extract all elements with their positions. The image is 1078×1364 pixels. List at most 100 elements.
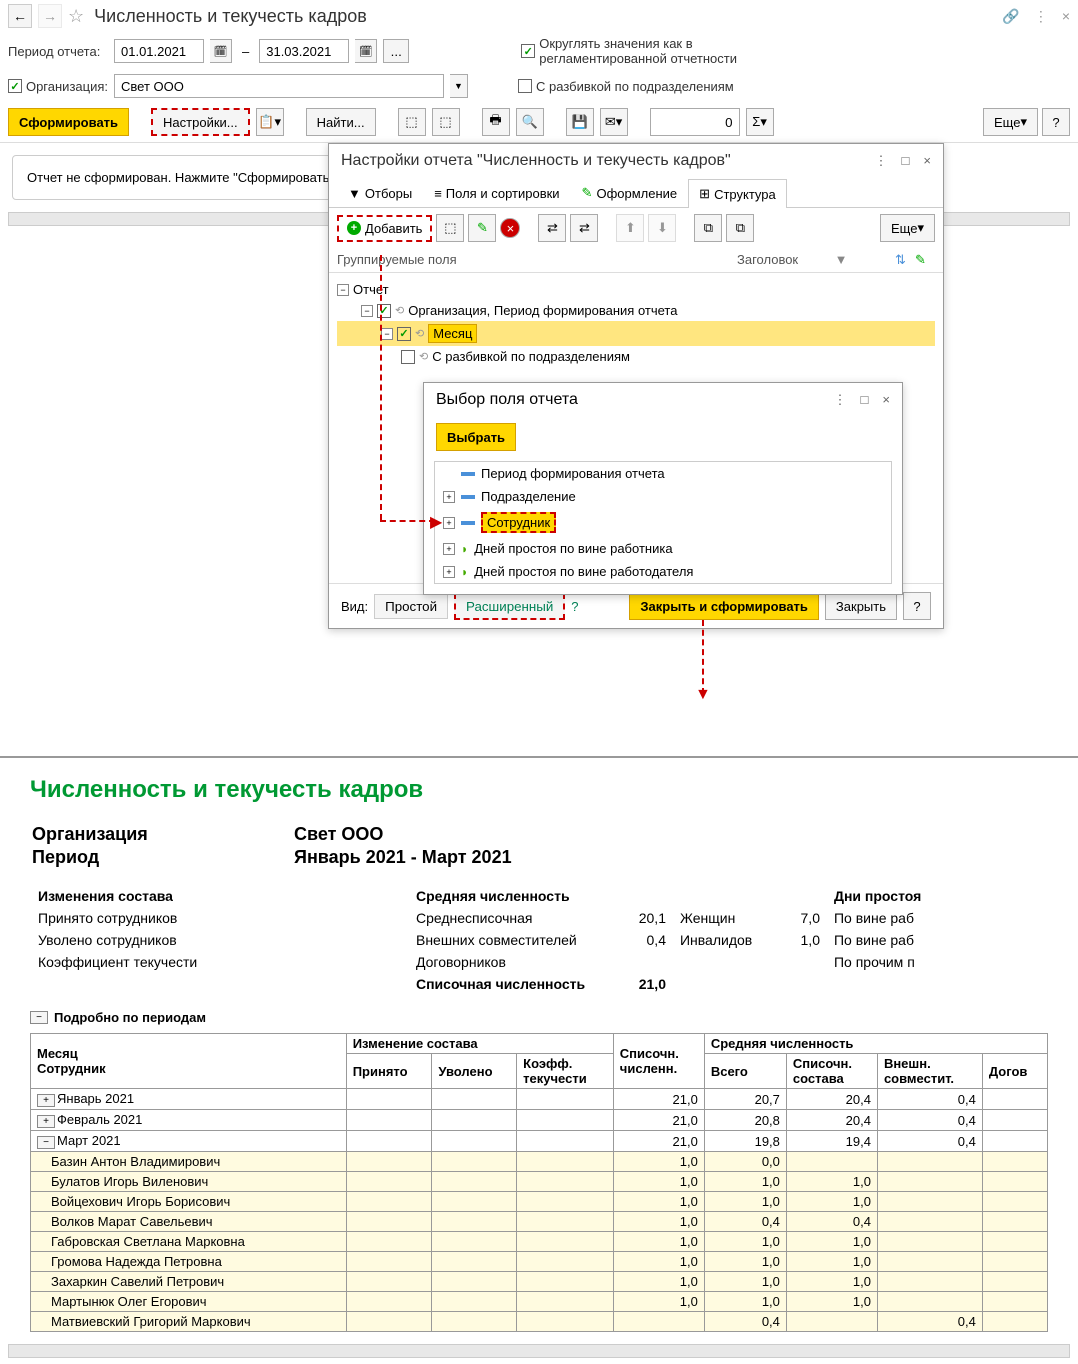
expand-icon[interactable]: ⬚ bbox=[398, 108, 426, 136]
preview-icon[interactable]: 🔍 bbox=[516, 108, 544, 136]
arrow-head-icon: ▼ bbox=[695, 686, 711, 704]
forward-button[interactable]: → bbox=[38, 4, 62, 28]
picker-item-period[interactable]: Период формирования отчета bbox=[435, 462, 891, 485]
table-row[interactable]: −Март 202121,019,819,40,4 bbox=[31, 1131, 1048, 1152]
help-link[interactable]: ? bbox=[571, 599, 578, 614]
tab-format[interactable]: ✎Оформление bbox=[571, 178, 689, 207]
view-simple-button[interactable]: Простой bbox=[374, 594, 448, 619]
close-button[interactable]: Закрыть bbox=[825, 592, 897, 620]
org-checkbox[interactable]: ✓ bbox=[8, 79, 22, 93]
picker-more-icon[interactable]: ⋮ bbox=[834, 392, 847, 408]
dropdown-arrow-icon[interactable]: ▼ bbox=[450, 74, 468, 98]
expand-icon[interactable]: + bbox=[37, 1115, 55, 1128]
picker-item-dept[interactable]: + Подразделение bbox=[435, 485, 891, 508]
toggle-icon[interactable]: − bbox=[361, 305, 373, 317]
tree-level3[interactable]: ⟲ С разбивкой по подразделениям bbox=[337, 346, 935, 367]
picker-item-employee[interactable]: + Сотрудник bbox=[435, 508, 891, 537]
down-icon[interactable]: ⬇ bbox=[648, 214, 676, 242]
table-row[interactable]: Войцехович Игорь Борисович1,01,01,0 bbox=[31, 1192, 1048, 1212]
back-button[interactable]: ← bbox=[8, 4, 32, 28]
tree-root[interactable]: − Отчет bbox=[337, 279, 935, 300]
row-fired: Уволено сотрудников bbox=[32, 930, 408, 950]
edit-icon[interactable]: ✎ bbox=[468, 214, 496, 242]
generate-button[interactable]: Сформировать bbox=[8, 108, 129, 136]
tree-checkbox-empty[interactable] bbox=[401, 350, 415, 364]
toggle-icon[interactable]: + bbox=[443, 543, 455, 555]
settings-maximize-icon[interactable]: □ bbox=[902, 153, 910, 169]
picker-select-button[interactable]: Выбрать bbox=[436, 423, 516, 451]
row-women: Женщин bbox=[674, 908, 774, 928]
find-button[interactable]: Найти... bbox=[306, 108, 376, 136]
paste2-icon[interactable]: ⧉ bbox=[726, 214, 754, 242]
collapse-icon[interactable]: ⬚ bbox=[432, 108, 460, 136]
toggle-icon[interactable]: − bbox=[381, 328, 393, 340]
date-from-input[interactable] bbox=[114, 39, 204, 63]
settings-more-icon[interactable]: ⋮ bbox=[875, 153, 888, 169]
filter-col-icon[interactable]: ▼ bbox=[827, 252, 855, 268]
settings-close-icon[interactable]: × bbox=[923, 153, 931, 169]
table-row[interactable]: Матвиевский Григорий Маркович0,40,4 bbox=[31, 1312, 1048, 1332]
settings-button[interactable]: Настройки... bbox=[151, 108, 250, 136]
delete-icon[interactable]: × bbox=[500, 218, 520, 238]
calendar-to-icon[interactable]: 🗓 bbox=[355, 39, 377, 63]
tab-filters[interactable]: ▼Отборы bbox=[337, 178, 423, 207]
org-dropdown[interactable]: Свет ООО bbox=[114, 74, 444, 98]
tab-structure[interactable]: ⊞Структура bbox=[688, 179, 787, 208]
picker-item-idle-emp[interactable]: +◗ Дней простоя по вине работника bbox=[435, 537, 891, 560]
round-checkbox[interactable]: ✓ bbox=[521, 44, 535, 58]
table-row[interactable]: +Январь 202121,020,720,40,4 bbox=[31, 1089, 1048, 1110]
toggle-icon[interactable]: + bbox=[443, 517, 455, 529]
copy-icon[interactable]: 📋▾ bbox=[256, 108, 284, 136]
close-icon[interactable]: × bbox=[1062, 8, 1070, 25]
more-button[interactable]: Еще ▾ bbox=[983, 108, 1038, 136]
group-icon[interactable]: ⬚ bbox=[436, 214, 464, 242]
horizontal-scrollbar-bottom[interactable] bbox=[8, 1344, 1070, 1358]
print-icon[interactable]: 🖶 bbox=[482, 108, 510, 136]
email-icon[interactable]: ✉▾ bbox=[600, 108, 628, 136]
copy2-icon[interactable]: ⧉ bbox=[694, 214, 722, 242]
table-row[interactable]: Мартынюк Олег Егорович1,01,01,0 bbox=[31, 1292, 1048, 1312]
table-row[interactable]: Габровская Светлана Марковна1,01,01,0 bbox=[31, 1232, 1048, 1252]
expand-icon[interactable]: + bbox=[37, 1094, 55, 1107]
picker-item-idle-emp2[interactable]: +◗ Дней простоя по вине работодателя bbox=[435, 560, 891, 583]
expand-icon[interactable]: − bbox=[37, 1136, 55, 1149]
table-row[interactable]: Захаркин Савелий Петрович1,01,01,0 bbox=[31, 1272, 1048, 1292]
close-generate-button[interactable]: Закрыть и сформировать bbox=[629, 592, 819, 620]
footer-help-icon[interactable]: ? bbox=[903, 592, 931, 620]
number-input[interactable] bbox=[650, 108, 740, 136]
breakdown-checkbox[interactable] bbox=[518, 79, 532, 93]
favorite-icon[interactable]: ☆ bbox=[68, 6, 84, 27]
table-row[interactable]: Базин Антон Владимирович1,00,0 bbox=[31, 1152, 1048, 1172]
move-icon2[interactable]: ⇄ bbox=[570, 214, 598, 242]
tree-level2-selected[interactable]: − ✓ ⟲ Месяц bbox=[337, 321, 935, 346]
view-advanced-button[interactable]: Расширенный bbox=[454, 593, 565, 620]
collapse-all-icon[interactable]: − bbox=[30, 1011, 48, 1024]
table-row[interactable]: Булатов Игорь Виленович1,01,01,0 bbox=[31, 1172, 1048, 1192]
sigma-icon[interactable]: Σ▾ bbox=[746, 108, 774, 136]
save-icon[interactable]: 💾 bbox=[566, 108, 594, 136]
tab-fields[interactable]: ≡Поля и сортировки bbox=[423, 178, 570, 207]
toggle-icon[interactable]: + bbox=[443, 491, 455, 503]
picker-close-icon[interactable]: × bbox=[882, 392, 890, 408]
tree-checkbox[interactable]: ✓ bbox=[397, 327, 411, 341]
link-icon[interactable]: 🔗 bbox=[1002, 8, 1019, 25]
calendar-from-icon[interactable]: 🗓 bbox=[210, 39, 232, 63]
table-row[interactable]: Волков Марат Савельевич1,00,40,4 bbox=[31, 1212, 1048, 1232]
field-icon bbox=[461, 521, 475, 525]
sort-col-icon[interactable]: ⇅ bbox=[895, 252, 915, 268]
more-icon[interactable]: ⋮ bbox=[1034, 8, 1048, 25]
add-button[interactable]: + Добавить bbox=[337, 215, 432, 242]
table-row[interactable]: Громова Надежда Петровна1,01,01,0 bbox=[31, 1252, 1048, 1272]
move-icon[interactable]: ⇄ bbox=[538, 214, 566, 242]
up-icon[interactable]: ⬆ bbox=[616, 214, 644, 242]
edit-col-icon[interactable]: ✎ bbox=[915, 252, 935, 268]
help-icon[interactable]: ? bbox=[1042, 108, 1070, 136]
toggle-icon[interactable]: + bbox=[443, 566, 455, 578]
date-to-input[interactable] bbox=[259, 39, 349, 63]
period-ellipsis-button[interactable]: ... bbox=[383, 39, 409, 63]
picker-maximize-icon[interactable]: □ bbox=[861, 392, 869, 408]
tree-level1[interactable]: − ✓ ⟲ Организация, Период формирования о… bbox=[337, 300, 935, 321]
toggle-icon[interactable]: − bbox=[337, 284, 349, 296]
table-row[interactable]: +Февраль 202121,020,820,40,4 bbox=[31, 1110, 1048, 1131]
settings-more-button[interactable]: Еще ▾ bbox=[880, 214, 935, 242]
